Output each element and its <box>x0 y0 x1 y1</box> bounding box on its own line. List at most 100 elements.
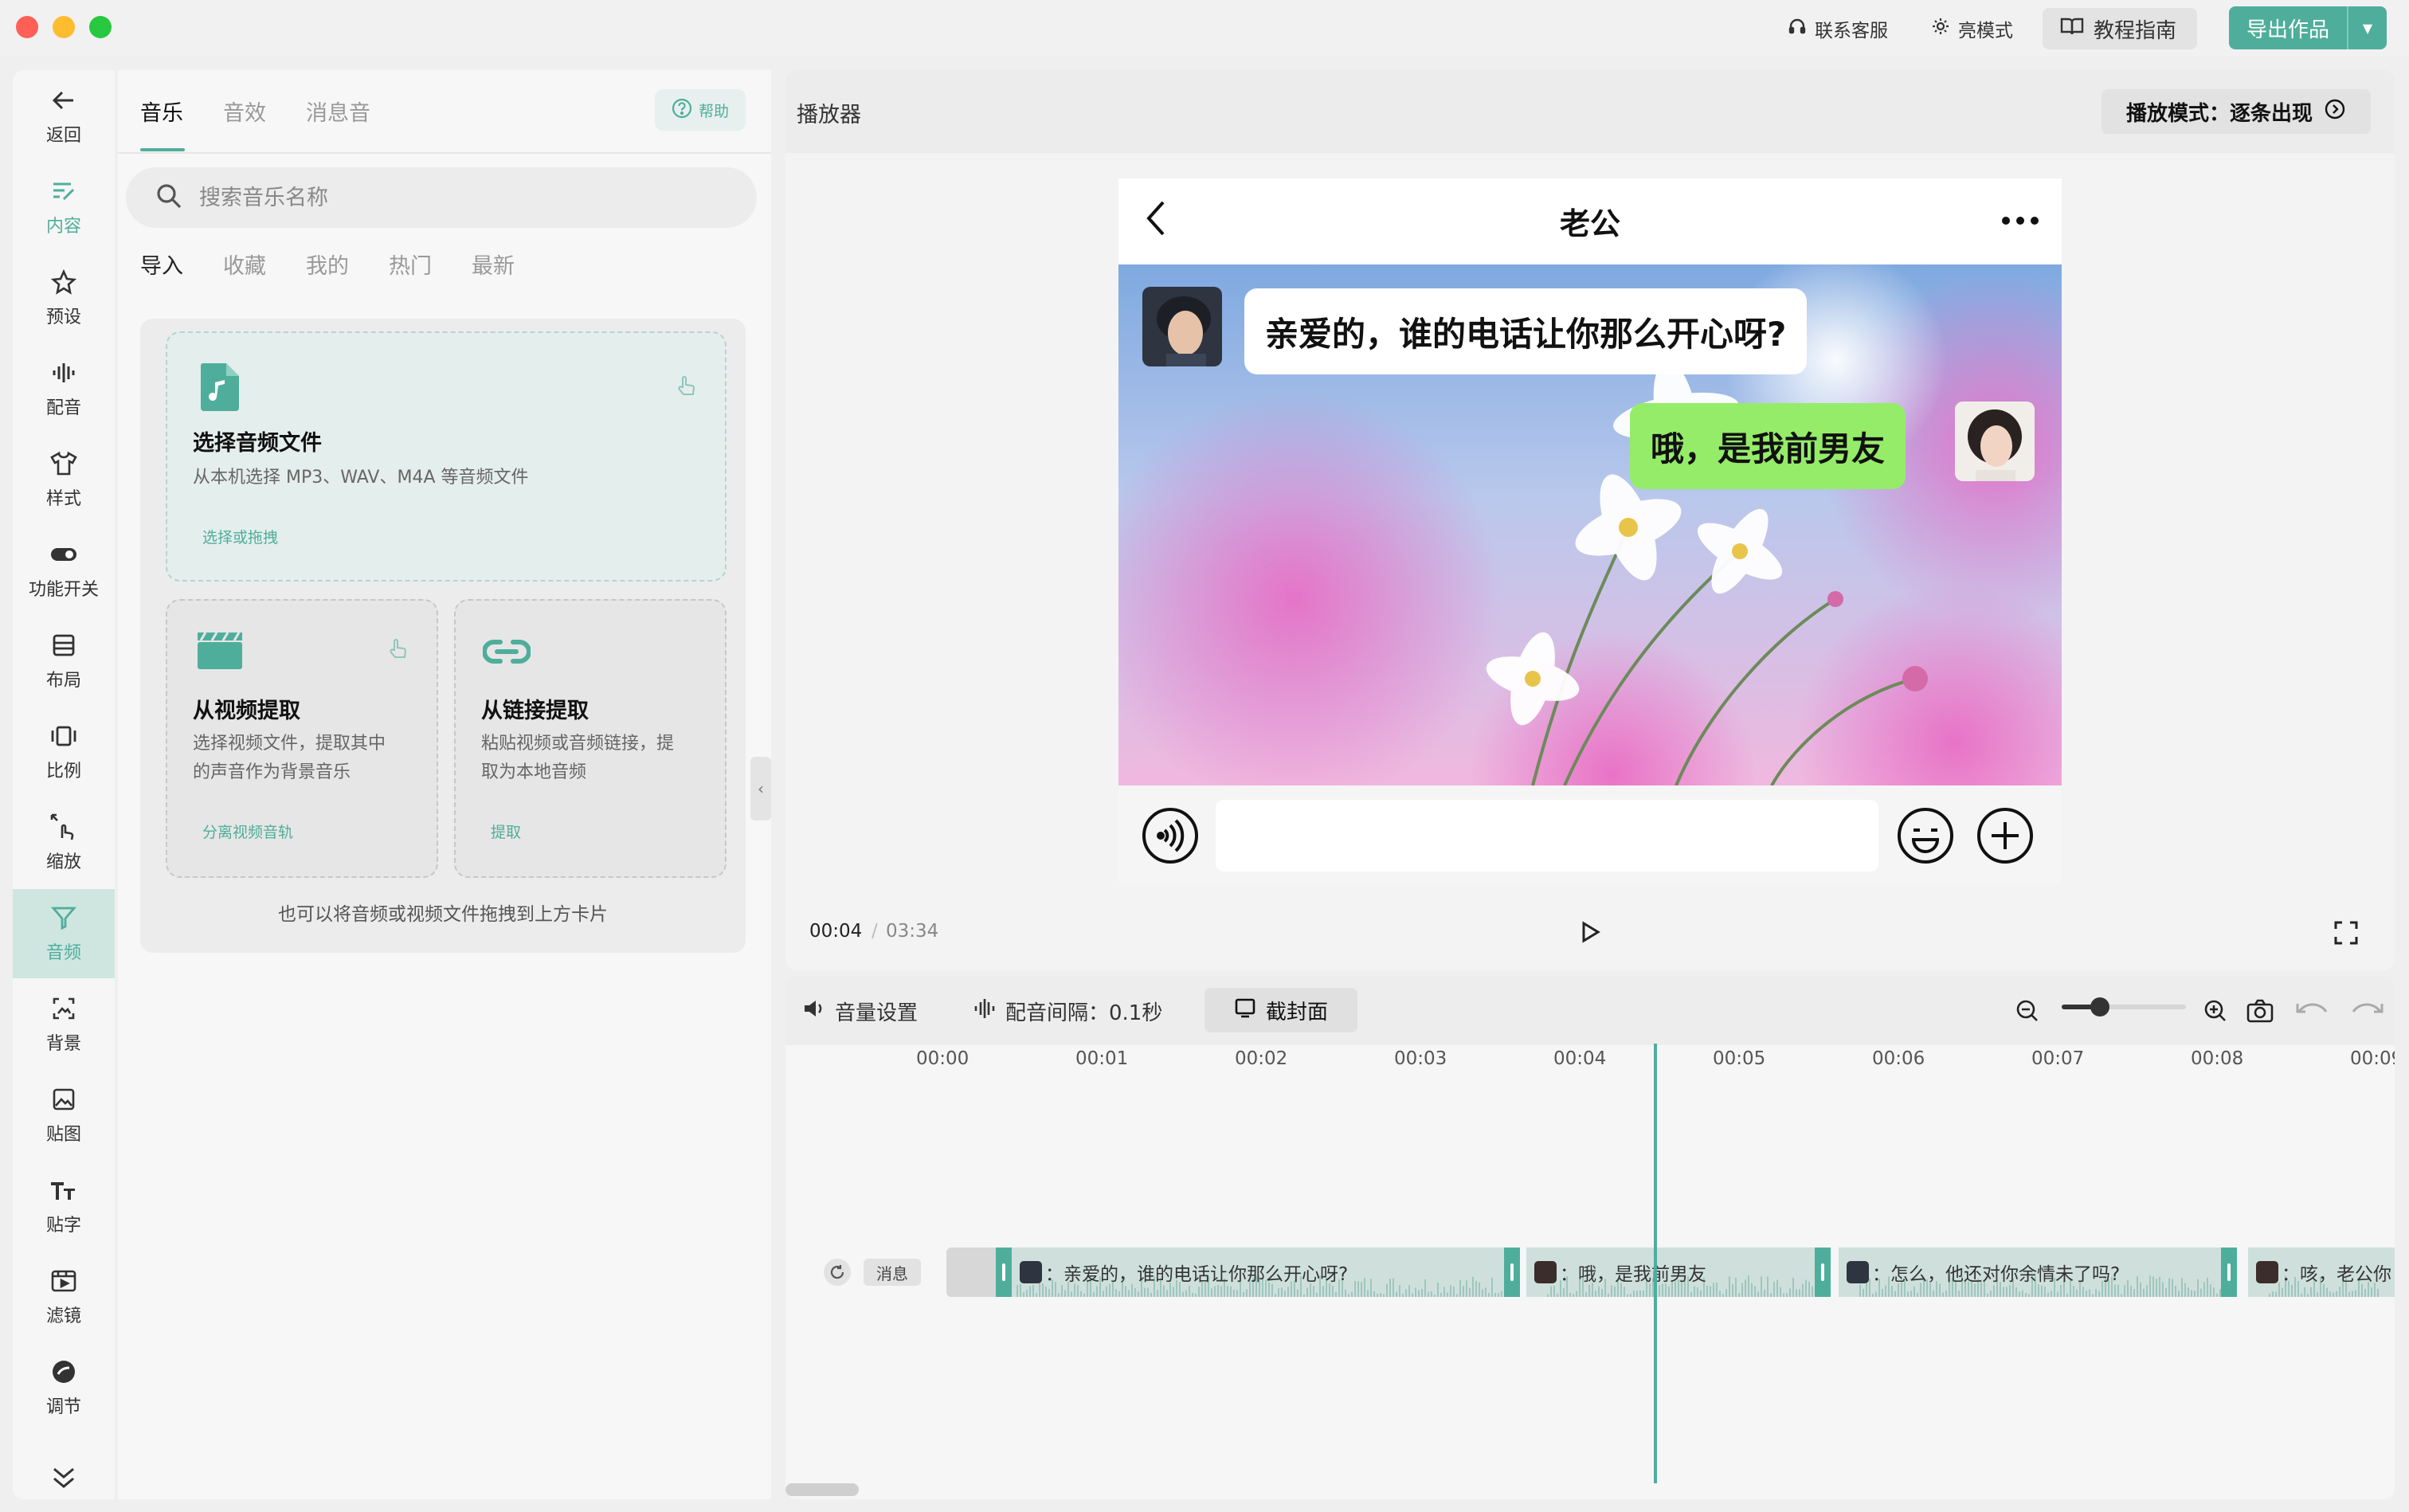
timeline-clip[interactable]: ：咳，老公你 <box>2248 1248 2395 1297</box>
waveform-bar <box>2089 1289 2090 1297</box>
panel-collapse-handle[interactable]: ‹ <box>750 757 771 821</box>
subtab-latest[interactable]: 最新 <box>472 249 515 280</box>
timeline-playhead[interactable] <box>1654 1044 1657 1483</box>
waveform-bar <box>1761 1276 1762 1297</box>
waveform-bar <box>1026 1290 1028 1297</box>
clip-avatar <box>2256 1261 2278 1283</box>
waveform-bar <box>1805 1279 1807 1297</box>
select-audio-link[interactable]: 选择或拖拽 <box>202 526 278 547</box>
nav-more-icon[interactable] <box>49 1466 78 1493</box>
timeline-scrollbar[interactable] <box>785 1483 859 1496</box>
subtab-mine[interactable]: 我的 <box>306 249 349 280</box>
waveform-bar <box>1557 1294 1558 1297</box>
tab-message-sound[interactable]: 消息音 <box>306 96 370 127</box>
subtab-import[interactable]: 导入 <box>140 249 183 280</box>
emoji-icon[interactable] <box>1896 806 1955 868</box>
waveform-bar <box>1993 1285 1995 1297</box>
nav-filter[interactable]: 滤镜 <box>13 1252 115 1342</box>
clip-handle-right[interactable] <box>1504 1248 1520 1297</box>
drag-hint: 也可以将音频或视频文件拖拽到上方卡片 <box>278 904 608 925</box>
waveform-bar <box>1246 1289 1248 1297</box>
nav-adjust[interactable]: 调节 <box>13 1343 115 1432</box>
undo-icon[interactable] <box>2296 999 2329 1024</box>
waveform-bar <box>1437 1283 1439 1297</box>
voice-icon[interactable] <box>1141 806 1200 868</box>
waveform-bar <box>2348 1291 2350 1297</box>
search-input[interactable] <box>199 185 677 210</box>
chevron-down-icon[interactable]: ▼ <box>2348 21 2387 36</box>
waveform-bar <box>2323 1283 2325 1297</box>
loop-icon[interactable] <box>824 1259 851 1286</box>
play-mode-button[interactable]: 播放模式：逐条出现 <box>2102 89 2371 134</box>
waveform-bar <box>2278 1282 2280 1297</box>
waveform-bar <box>1576 1291 1577 1297</box>
nav-audio-label: 音频 <box>45 943 81 963</box>
theme-toggle[interactable]: 亮模式 <box>1931 14 2013 43</box>
waveform-bar <box>1550 1286 1552 1297</box>
nav-zoom[interactable]: 缩放 <box>13 798 115 887</box>
waveform-bar <box>1990 1291 1992 1297</box>
nav-switches[interactable]: 功能开关 <box>13 526 115 615</box>
nav-layout[interactable]: 布局 <box>13 617 115 706</box>
help-button[interactable]: 帮助 <box>655 89 746 131</box>
waveform-bar <box>2336 1291 2337 1297</box>
nav-audio[interactable]: 音频 <box>13 889 115 978</box>
nav-sticker[interactable]: 贴图 <box>13 1071 115 1160</box>
extract-video-link[interactable]: 分离视频音轨 <box>202 821 293 842</box>
zoom-in-icon[interactable] <box>2203 999 2227 1026</box>
clip-handle-right[interactable] <box>1815 1248 1831 1297</box>
camera-icon[interactable] <box>2246 999 2274 1026</box>
support-link[interactable]: 联系客服 <box>1788 14 1888 43</box>
nav-content[interactable]: 内容 <box>13 163 115 252</box>
dub-interval-button[interactable]: 配音间隔：0.1秒 <box>973 994 1162 1028</box>
play-icon[interactable] <box>1581 921 1601 946</box>
waveform-bar <box>1077 1285 1079 1297</box>
waveform-bar <box>1036 1293 1037 1297</box>
waveform-bar <box>1494 1293 1496 1297</box>
zoom-window-button[interactable] <box>89 16 112 38</box>
capture-cover-button[interactable]: 截封面 <box>1204 988 1357 1032</box>
waveform-bar <box>1869 1278 1870 1297</box>
nav-preset[interactable]: 预设 <box>13 253 115 343</box>
message-input[interactable] <box>1216 800 1878 872</box>
plus-circle-icon[interactable] <box>1976 806 2035 868</box>
nav-style[interactable]: 样式 <box>13 435 115 524</box>
nav-back[interactable]: 返回 <box>13 72 115 161</box>
waveform-bar <box>2019 1291 2020 1297</box>
extract-link-link[interactable]: 提取 <box>491 821 521 842</box>
waveform-bar <box>1421 1288 1423 1297</box>
nav-background[interactable]: 背景 <box>13 980 115 1069</box>
waveform-bar <box>1109 1283 1110 1297</box>
waveform-bar <box>1405 1289 1407 1297</box>
timeline-clip[interactable]: ：亲爱的，谁的电话让你那么开心呀? <box>996 1248 1520 1297</box>
nav-dubbing[interactable]: 配音 <box>13 344 115 433</box>
zoom-out-icon[interactable] <box>2015 999 2039 1026</box>
waveform-bar <box>2006 1287 2007 1297</box>
tab-sound-effects[interactable]: 音效 <box>223 96 266 127</box>
more-dots-icon[interactable] <box>2001 213 2039 229</box>
ratio-icon <box>49 722 78 750</box>
minimize-window-button[interactable] <box>53 16 75 38</box>
zoom-slider-knob[interactable] <box>2090 997 2109 1016</box>
waveform-bar <box>1058 1293 1060 1297</box>
waveform-bar <box>2191 1290 2192 1297</box>
nav-text[interactable]: 贴字 <box>13 1161 115 1251</box>
fullscreen-icon[interactable] <box>2334 921 2358 948</box>
subtab-favorites[interactable]: 收藏 <box>223 249 266 280</box>
waveform-bar <box>1588 1284 1590 1297</box>
tab-music[interactable]: 音乐 <box>140 96 183 127</box>
close-window-button[interactable] <box>16 16 38 38</box>
subtab-hot[interactable]: 热门 <box>389 249 432 280</box>
redo-icon[interactable] <box>2350 999 2384 1024</box>
clip-handle-right[interactable] <box>2221 1248 2237 1297</box>
guide-button[interactable]: 教程指南 <box>2043 8 2198 49</box>
waveform-bar <box>2140 1282 2141 1297</box>
timeline-clip[interactable]: ：怎么，他还对你余情未了吗? <box>1839 1248 2237 1297</box>
nav-ratio[interactable]: 比例 <box>13 707 115 797</box>
waveform-bar <box>1125 1286 1126 1297</box>
clip-handle-left[interactable] <box>996 1248 1012 1297</box>
timeline-clip[interactable]: ：哦，是我前男友 <box>1526 1248 1831 1297</box>
waveform-bar <box>1354 1281 1356 1297</box>
volume-settings-button[interactable]: 音量设置 <box>803 994 918 1028</box>
export-button[interactable]: 导出作品 ▼ <box>2229 6 2387 49</box>
